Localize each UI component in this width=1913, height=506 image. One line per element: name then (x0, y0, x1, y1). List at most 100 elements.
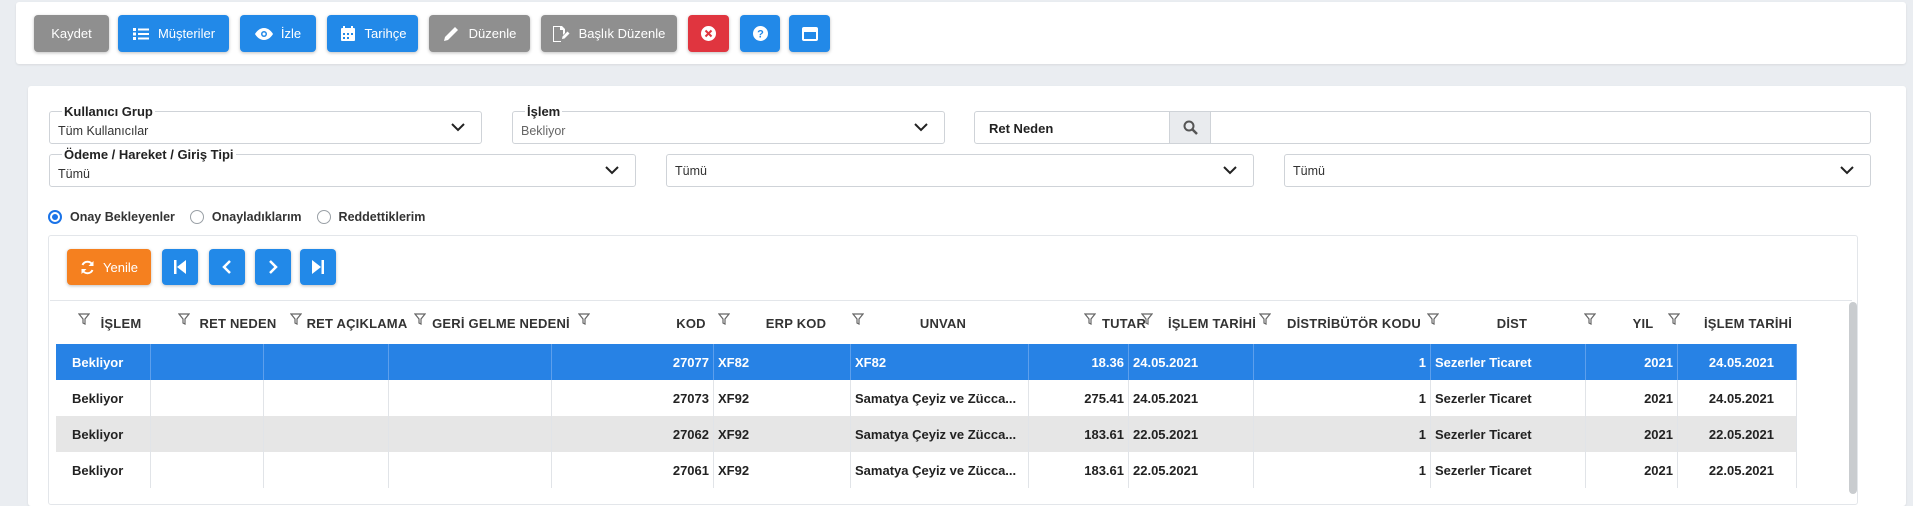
watch-button[interactable]: İzle (240, 15, 316, 52)
user-group-value: Tüm Kullanıcılar (58, 124, 149, 138)
filter-icon[interactable] (178, 313, 190, 325)
table-cell: Sezerler Ticaret (1431, 416, 1586, 452)
column-header[interactable]: DİSTRİBÜTÖR KODU (1256, 301, 1432, 345)
radio-approved[interactable]: Onayladıklarım (189, 210, 302, 224)
table-cell (389, 452, 552, 488)
radio-button[interactable] (48, 210, 62, 224)
table-cell: XF92 (714, 416, 851, 452)
list-icon (132, 25, 150, 43)
table-cell (389, 416, 552, 452)
column-label: YIL (1632, 315, 1654, 331)
filter-icon[interactable] (1259, 313, 1271, 325)
secondary-select-value: Tümü (675, 164, 707, 178)
payment-type-value: Tümü (58, 167, 90, 181)
table-cell (389, 344, 552, 380)
table-cell: 1 (1254, 452, 1431, 488)
table-cell (151, 380, 264, 416)
table-cell: XF82 (714, 344, 851, 380)
table-cell: 22.05.2021 (1678, 416, 1797, 452)
process-select[interactable]: İşlem Bekliyor (512, 104, 945, 144)
refresh-button[interactable]: Yenile (67, 249, 151, 285)
radio-rejected[interactable]: Reddettiklerim (316, 210, 426, 224)
radio-rejected-label: Reddettiklerim (338, 210, 426, 224)
column-header[interactable]: ERP KOD (710, 301, 846, 345)
user-group-select[interactable]: Kullanıcı Grup Tüm Kullanıcılar (49, 104, 482, 144)
filter-icon[interactable] (290, 313, 302, 325)
save-button-label: Kaydet (51, 26, 92, 41)
vertical-scrollbar[interactable] (1849, 302, 1857, 494)
table-cell: 22.05.2021 (1129, 416, 1254, 452)
column-header[interactable]: TUTAR (1038, 301, 1146, 345)
column-header[interactable]: İŞLEM TARİHİ (1662, 301, 1804, 345)
edit-doc-icon (553, 25, 571, 43)
radio-button[interactable] (316, 210, 331, 224)
process-value: Bekliyor (521, 124, 566, 138)
table-row[interactable]: Bekliyor 27073 XF92 Samatya Çeyiz ve Zücca.… (56, 380, 1797, 416)
first-page-button[interactable] (162, 249, 198, 285)
window-button[interactable] (789, 15, 830, 52)
column-header[interactable]: RET NEDEN (174, 301, 286, 345)
tertiary-select-value: Tümü (1293, 164, 1325, 178)
column-label: İŞLEM TARİHİ (1703, 315, 1793, 331)
table-cell (151, 344, 264, 380)
reject-reason-input[interactable] (1221, 112, 1870, 143)
table-row[interactable]: Bekliyor 27062 XF92 Samatya Çeyiz ve Zücca.… (56, 416, 1797, 452)
filter-icon[interactable] (578, 313, 590, 325)
table-cell (389, 380, 552, 416)
reject-reason-label: Ret Neden (989, 121, 1054, 136)
table-cell (151, 452, 264, 488)
table-cell: XF92 (714, 380, 851, 416)
radio-pending[interactable]: Onay Bekleyenler (48, 210, 175, 224)
filter-icon[interactable] (414, 313, 426, 325)
column-header[interactable]: UNVAN (848, 301, 1038, 345)
filter-icon[interactable] (1584, 313, 1596, 325)
svg-text:?: ? (757, 29, 764, 41)
column-header[interactable]: DİST (1422, 301, 1582, 345)
next-page-button[interactable] (255, 249, 291, 285)
table-cell (151, 416, 264, 452)
column-header[interactable]: İŞLEM (56, 301, 150, 345)
user-group-label: Kullanıcı Grup (62, 104, 155, 119)
filter-icon[interactable] (78, 313, 90, 325)
customers-button[interactable]: Müşteriler (118, 15, 229, 52)
table-cell: Samatya Çeyiz ve Zücca... (851, 452, 1029, 488)
last-page-button[interactable] (300, 249, 336, 285)
column-header[interactable]: YIL (1578, 301, 1672, 345)
prev-page-button[interactable] (209, 249, 245, 285)
watch-button-label: İzle (280, 26, 302, 41)
edit-button[interactable]: Düzenle (429, 15, 530, 52)
edit-header-button[interactable]: Başlık Düzenle (541, 15, 677, 52)
column-label: ERP KOD (765, 315, 827, 331)
tertiary-select[interactable]: Tümü (1284, 154, 1871, 187)
table-row[interactable]: Bekliyor 27077 XF82 XF82 18.36 24.05.2021 1 Sez… (56, 344, 1797, 380)
radio-button[interactable] (189, 210, 204, 224)
filter-icon[interactable] (1668, 313, 1680, 325)
table-cell: 2021 (1586, 380, 1678, 416)
refresh-button-label: Yenile (103, 259, 138, 275)
table-cell: 183.61 (1029, 416, 1129, 452)
window-icon (801, 25, 819, 43)
last-page-icon (312, 260, 324, 274)
payment-type-select[interactable]: Ödeme / Hareket / Giriş Tipi Tümü (49, 147, 636, 187)
secondary-select[interactable]: Tümü (666, 154, 1254, 187)
filter-icon[interactable] (1427, 313, 1439, 325)
table-cell: 27061 (552, 452, 714, 488)
table-row[interactable]: Bekliyor 27061 XF92 Samatya Çeyiz ve Zücca.… (56, 452, 1797, 488)
search-button[interactable] (1169, 112, 1211, 143)
column-header[interactable]: İŞLEM TARİHİ (1130, 301, 1266, 345)
close-button[interactable] (688, 15, 729, 52)
filter-icon[interactable] (1084, 313, 1096, 325)
filter-icon[interactable] (852, 313, 864, 325)
filter-icon[interactable] (718, 313, 730, 325)
table-cell: 24.05.2021 (1129, 344, 1254, 380)
history-button[interactable]: Tarihçe (327, 15, 418, 52)
column-label: İŞLEM (100, 315, 142, 331)
pencil-icon (443, 25, 461, 43)
column-header[interactable]: GERİ GELME NEDENİ (412, 301, 574, 345)
table-cell: 24.05.2021 (1678, 380, 1797, 416)
filter-icon[interactable] (1141, 313, 1153, 325)
save-button[interactable]: Kaydet (34, 15, 109, 52)
calendar-icon (339, 25, 357, 43)
column-header[interactable]: RET AÇIKLAMA (287, 301, 411, 345)
help-button[interactable]: ? (740, 15, 780, 52)
